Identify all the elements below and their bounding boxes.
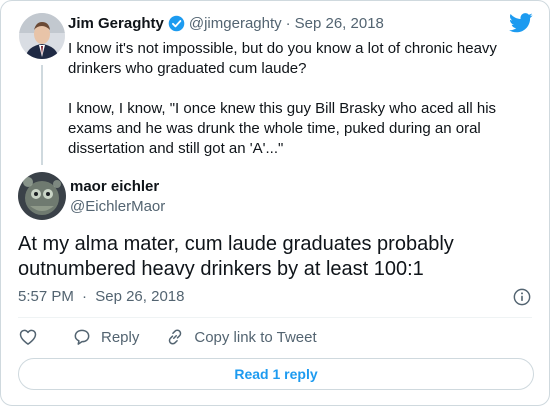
main-tweet-text: At my alma mater, cum laude graduates pr… bbox=[18, 233, 454, 280]
info-icon[interactable] bbox=[513, 288, 531, 306]
reply-paragraph-1: I know it's not impossible, but do you k… bbox=[68, 40, 497, 77]
thread-connector-line bbox=[41, 65, 43, 165]
embedded-tweet-card: Jim Geraghty @jimgeraghty · Sep 26, 2018… bbox=[0, 0, 550, 406]
copy-link-label: Copy link to Tweet bbox=[194, 328, 317, 346]
copy-link-button[interactable]: Copy link to Tweet bbox=[165, 327, 317, 347]
reply-label: Reply bbox=[101, 328, 140, 346]
main-author-name[interactable]: maor eichler bbox=[70, 177, 165, 196]
reply-paragraph-2: I know, I know, "I once knew this guy Bi… bbox=[68, 100, 497, 157]
reply-author-handle[interactable]: @jimgeraghty bbox=[189, 15, 282, 32]
reply-tweet-header: Jim Geraghty @jimgeraghty · Sep 26, 2018 bbox=[68, 15, 384, 32]
reply-tweet-date[interactable]: Sep 26, 2018 bbox=[295, 15, 384, 32]
like-button[interactable] bbox=[18, 327, 38, 347]
link-icon bbox=[165, 327, 185, 347]
tweet-date: Sep 26, 2018 bbox=[95, 288, 185, 305]
header-separator: · bbox=[285, 15, 291, 32]
jim-geraghty-avatar[interactable] bbox=[19, 13, 65, 59]
timestamp-separator: · bbox=[82, 288, 88, 305]
reply-author-name[interactable]: Jim Geraghty bbox=[68, 15, 164, 32]
verified-badge-icon bbox=[168, 15, 185, 32]
reply-button[interactable]: Reply bbox=[72, 327, 139, 347]
main-author-handle[interactable]: @EichlerMaor bbox=[70, 197, 165, 216]
twitter-bird-icon[interactable] bbox=[509, 13, 533, 38]
heart-icon bbox=[18, 327, 38, 347]
reply-tweet-text: I know it's not impossible, but do you k… bbox=[68, 39, 523, 159]
actions-divider bbox=[18, 317, 532, 318]
tweet-timestamp[interactable]: 5:57 PM · Sep 26, 2018 bbox=[18, 288, 184, 305]
maor-eichler-avatar[interactable] bbox=[18, 172, 66, 220]
main-tweet-author: maor eichler @EichlerMaor bbox=[70, 177, 165, 216]
read-replies-button[interactable]: Read 1 reply bbox=[18, 358, 534, 390]
tweet-actions: Reply Copy link to Tweet bbox=[18, 327, 317, 347]
speech-bubble-icon bbox=[72, 327, 92, 347]
tweet-time: 5:57 PM bbox=[18, 288, 74, 305]
